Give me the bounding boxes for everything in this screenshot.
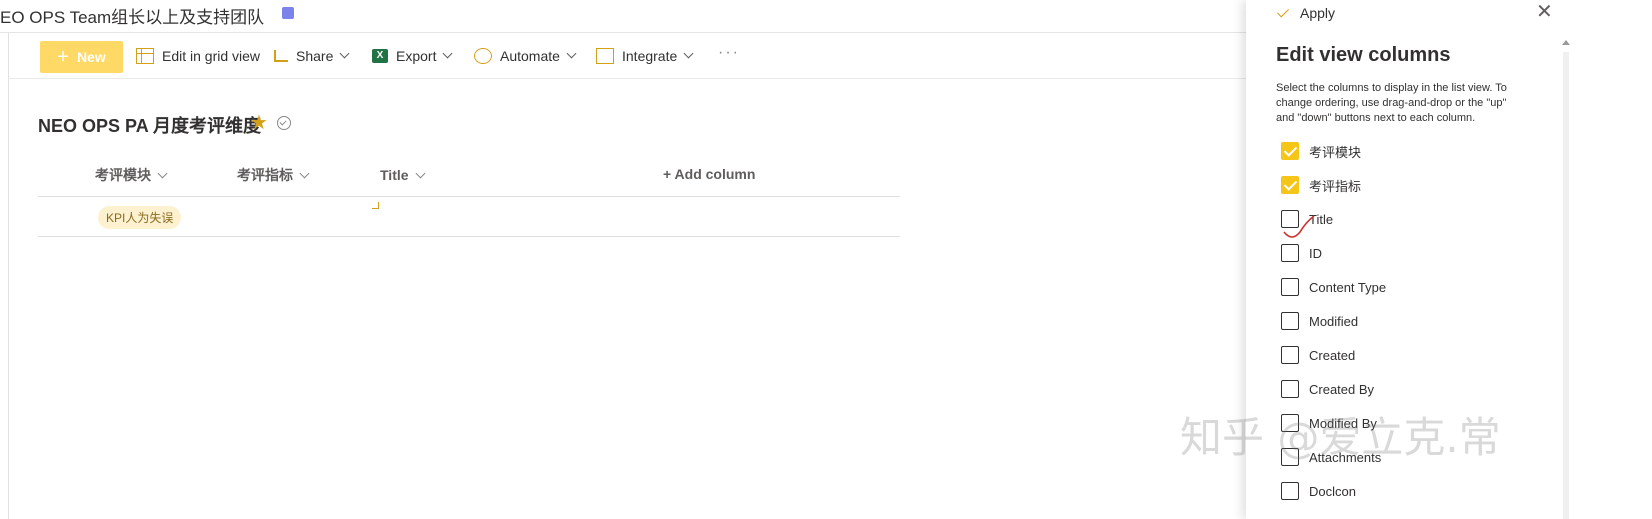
apply-label: Apply (1300, 5, 1336, 21)
chevron-down-icon (415, 168, 425, 178)
grid-icon (136, 47, 154, 64)
column-header-module[interactable]: 考评模块 (95, 158, 168, 192)
row-divider (38, 236, 900, 237)
checkbox[interactable] (1281, 380, 1299, 398)
column-header-indicator[interactable]: 考评指标 (237, 158, 310, 192)
checkbox[interactable] (1281, 244, 1299, 262)
checkbox[interactable] (1281, 176, 1299, 194)
chevron-down-icon (566, 48, 577, 59)
command-bar: + New Edit in grid view Share X Export A… (8, 33, 1310, 79)
module-tag[interactable]: KPI人为失误 (98, 206, 182, 229)
column-option-label: 考评指标 (1309, 178, 1362, 194)
column-option[interactable]: 考评指标 (1281, 174, 1361, 196)
column-option-label: Created By (1309, 381, 1375, 397)
column-option-label: Modified (1309, 313, 1359, 329)
column-option[interactable]: Created By (1281, 378, 1374, 400)
column-option-label: Doclcon (1309, 483, 1356, 499)
close-icon[interactable]: ✕ (1536, 2, 1553, 22)
add-column-button[interactable]: + Add column (663, 166, 755, 182)
more-options-button[interactable]: ··· (718, 33, 740, 78)
header-divider (38, 196, 900, 197)
chevron-down-icon (299, 168, 310, 178)
site-title[interactable]: EO OPS Team组长以上及支持团队 (0, 3, 264, 28)
panel-description: Select the columns to display in the lis… (1276, 82, 1507, 124)
left-rail (0, 33, 9, 519)
edit-grid-button[interactable]: Edit in grid view (136, 33, 260, 78)
checkbox[interactable] (1281, 312, 1299, 330)
apply-button[interactable]: Apply (1276, 3, 1336, 23)
automate-icon (474, 47, 492, 64)
favorite-star-icon[interactable]: ★ (250, 110, 268, 135)
red-annotation-mark (1283, 215, 1315, 238)
column-option-label: Created (1309, 347, 1356, 363)
export-label: Export (396, 47, 437, 64)
integrate-button[interactable]: Integrate (596, 33, 694, 78)
column-header-title[interactable]: Title (380, 158, 425, 192)
scroll-thumb[interactable] (1563, 52, 1569, 519)
new-button-label: New (76, 49, 106, 65)
edit-cell-icon[interactable] (372, 202, 379, 209)
column-option[interactable]: Content Type (1281, 276, 1386, 298)
checkbox[interactable] (1281, 346, 1299, 364)
panel-scrollbar[interactable] (1562, 40, 1570, 519)
share-label: Share (296, 47, 334, 64)
site-header: EO OPS Team组长以上及支持团队 (0, 0, 1310, 33)
column-option[interactable]: Doclcon (1281, 480, 1356, 502)
chevron-down-icon (339, 48, 350, 59)
panel-title: Edit view columns (1276, 44, 1451, 66)
column-header-label: 考评模块 (95, 167, 151, 183)
integrate-icon (596, 47, 614, 64)
share-icon (274, 49, 288, 62)
column-option-label: Content Type (1309, 279, 1387, 295)
checkmark-icon (1276, 4, 1290, 18)
teams-icon[interactable] (282, 7, 294, 19)
column-header-label: 考评指标 (237, 167, 293, 183)
check-circle-icon[interactable] (277, 116, 291, 130)
chevron-down-icon (157, 168, 168, 178)
column-option[interactable]: 考评模块 (1281, 140, 1361, 162)
checkbox[interactable] (1281, 142, 1299, 160)
plus-icon: + (57, 45, 69, 68)
column-option[interactable]: Created (1281, 344, 1355, 366)
automate-label: Automate (500, 47, 560, 64)
automate-button[interactable]: Automate (474, 33, 577, 78)
column-option-label: ID (1309, 245, 1322, 261)
excel-icon: X (372, 48, 388, 63)
watermark: 知乎 @爱立克.常 (1180, 413, 1501, 462)
column-option[interactable]: ID (1281, 242, 1322, 264)
new-button[interactable]: + New (40, 41, 123, 73)
chevron-down-icon (683, 48, 694, 59)
edit-grid-label: Edit in grid view (162, 47, 261, 64)
column-option[interactable]: Modified (1281, 310, 1358, 332)
integrate-label: Integrate (622, 47, 678, 64)
checkbox[interactable] (1281, 278, 1299, 296)
list-title: NEO OPS PA 月度考评维度 (38, 116, 262, 136)
export-button[interactable]: X Export (372, 33, 453, 78)
checkbox[interactable] (1281, 482, 1299, 500)
share-button[interactable]: Share (274, 33, 350, 78)
column-header-label: Title (380, 167, 409, 183)
column-option-label: 考评模块 (1309, 144, 1362, 160)
chevron-down-icon (443, 48, 453, 59)
scroll-up-arrow-icon[interactable] (1562, 40, 1570, 45)
